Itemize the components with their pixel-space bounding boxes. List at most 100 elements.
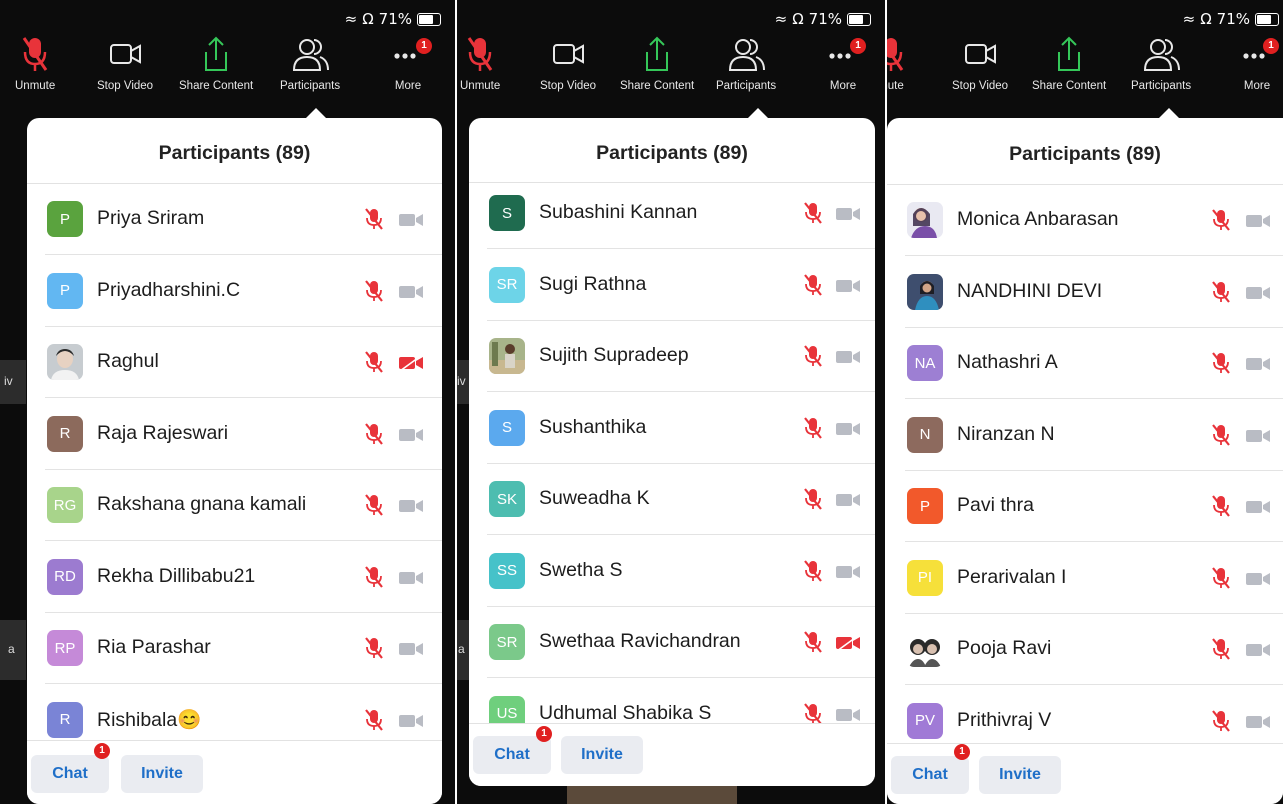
- participant-avatar: P: [47, 201, 83, 237]
- status-bar: ≈ Ω 71%: [1183, 10, 1279, 28]
- side-text: a: [458, 642, 465, 656]
- video-camera-icon: [835, 277, 861, 295]
- unmute-button[interactable]: Unmute: [15, 34, 55, 92]
- share-content-button[interactable]: Share Content: [179, 34, 253, 92]
- video-camera-icon: [1245, 284, 1271, 302]
- participant-row[interactable]: P Priyadharshini.C: [27, 256, 442, 327]
- share-content-button[interactable]: Share Content: [620, 34, 694, 92]
- chat-button[interactable]: Chat: [31, 755, 109, 793]
- video-camera-icon: [398, 426, 424, 444]
- participant-row[interactable]: Raghul: [27, 327, 442, 398]
- participant-avatar: RP: [47, 630, 83, 666]
- participant-name: Priya Sriram: [97, 207, 205, 229]
- participant-name: Rekha Dillibabu21: [97, 564, 256, 587]
- participant-name: Ria Parashar: [97, 636, 211, 658]
- participant-row[interactable]: Sujith Supradeep: [469, 321, 875, 392]
- stop-video-button[interactable]: Stop Video: [97, 34, 153, 92]
- video-camera-icon: [835, 348, 861, 366]
- muted-mic-icon: [363, 422, 385, 445]
- invite-button[interactable]: Invite: [561, 736, 643, 774]
- invite-button[interactable]: Invite: [121, 755, 203, 793]
- participant-row[interactable]: S Sushanthika: [469, 393, 875, 464]
- muted-mic-icon: [363, 279, 385, 302]
- more-badge: 1: [416, 38, 432, 54]
- participant-row[interactable]: RG Rakshana gnana kamali: [27, 470, 442, 541]
- invite-button[interactable]: Invite: [979, 756, 1061, 794]
- participant-avatar: SK: [489, 481, 525, 517]
- side-strip: iv: [0, 360, 26, 404]
- muted-mic-icon: [802, 631, 824, 653]
- participant-row[interactable]: SS Swetha S: [469, 536, 875, 607]
- bottom-bar: Chat Invite 1: [887, 743, 1283, 804]
- participant-name: Priyadharshini.C: [97, 278, 241, 301]
- more-label: More: [829, 80, 857, 92]
- stop-video-button[interactable]: Stop Video: [952, 34, 1008, 92]
- unmute-button[interactable]: Unmute: [460, 34, 500, 92]
- video-camera-icon: [1245, 427, 1271, 445]
- muted-mic-icon: [363, 494, 385, 516]
- participant-row[interactable]: NANDHINI DEVI: [887, 257, 1283, 328]
- chat-badge: 1: [954, 744, 970, 760]
- video-thumbnail: [567, 786, 737, 804]
- participants-title: Participants (89): [596, 142, 748, 164]
- participant-avatar: P: [907, 488, 943, 524]
- headphone-icon: Ω: [1200, 10, 1212, 28]
- side-strip: a: [0, 620, 26, 680]
- stop-video-label: Stop Video: [97, 80, 154, 92]
- unmute-label: Unmute: [15, 80, 56, 92]
- stop-video-button[interactable]: Stop Video: [540, 34, 596, 92]
- participant-name: Udhumal Shabika S: [539, 701, 712, 724]
- chat-button[interactable]: Chat: [891, 756, 969, 794]
- muted-mic-icon: [802, 273, 824, 296]
- participant-name: Raja Rajeswari: [97, 421, 229, 444]
- participant-row[interactable]: RP Ria Parashar: [27, 613, 442, 684]
- muted-mic-icon: [363, 565, 385, 588]
- unmute-button[interactable]: mute: [887, 34, 911, 92]
- wifi-icon: ≈: [344, 10, 358, 28]
- participant-name: Raghul: [97, 350, 159, 372]
- participant-name: Sushanthika: [539, 415, 647, 438]
- participant-row[interactable]: N Niranzan N: [887, 400, 1283, 471]
- video-camera-icon: [398, 283, 424, 301]
- participant-row[interactable]: Monica Anbarasan: [887, 185, 1283, 256]
- participant-avatar: N: [907, 416, 943, 453]
- participant-row[interactable]: PI Perarivalan I: [887, 543, 1283, 614]
- participant-row[interactable]: P Priya Sriram: [27, 184, 442, 255]
- zoom-screen-2: ≈ Ω 71% Unmute Stop Video Share Content …: [457, 0, 885, 804]
- chat-button[interactable]: Chat: [473, 736, 551, 774]
- share-content-label: Share Content: [1032, 80, 1107, 92]
- participant-row[interactable]: RD Rekha Dillibabu21: [27, 542, 442, 613]
- participant-row[interactable]: Pooja Ravi: [887, 614, 1283, 685]
- participants-button[interactable]: Participants: [716, 34, 776, 92]
- side-strip: a: [457, 620, 469, 680]
- participant-row[interactable]: P Pavi thra: [887, 471, 1283, 542]
- meeting-toolbar: Unmute Stop Video Share Content Particip…: [0, 34, 455, 106]
- participant-row[interactable]: SR Sugi Rathna: [469, 250, 875, 321]
- participant-row[interactable]: SR Swethaa Ravichandran: [469, 607, 875, 678]
- participant-row[interactable]: SK Suweadha K: [469, 464, 875, 535]
- share-arrow-icon: [205, 36, 228, 71]
- muted-mic-icon: [1210, 709, 1232, 732]
- video-camera-icon: [835, 563, 861, 581]
- participant-row[interactable]: S Subashini Kannan: [469, 178, 875, 249]
- participant-avatar: [907, 631, 943, 667]
- participant-name: Rakshana gnana kamali: [97, 493, 307, 515]
- battery-icon: [847, 12, 871, 26]
- muted-mic-icon: [802, 202, 824, 224]
- muted-mic-icon: [1210, 209, 1232, 231]
- battery-text: 71%: [808, 10, 842, 28]
- share-content-button[interactable]: Share Content: [1032, 34, 1106, 92]
- headphone-icon: Ω: [792, 10, 804, 28]
- video-camera-icon: [965, 44, 997, 64]
- participants-label: Participants: [1131, 80, 1192, 92]
- video-camera-icon: [835, 420, 861, 438]
- participant-row[interactable]: R Raja Rajeswari: [27, 399, 442, 470]
- participants-button[interactable]: Participants: [1131, 34, 1191, 92]
- participant-row[interactable]: NA Nathashri A: [887, 328, 1283, 399]
- muted-mic-icon: [802, 345, 824, 367]
- status-bar: ≈ Ω 71%: [345, 10, 441, 28]
- participants-button[interactable]: Participants: [280, 34, 340, 92]
- participant-name: Niranzan N: [957, 422, 1055, 445]
- battery-icon: [1255, 12, 1279, 26]
- participant-avatar: [907, 273, 943, 310]
